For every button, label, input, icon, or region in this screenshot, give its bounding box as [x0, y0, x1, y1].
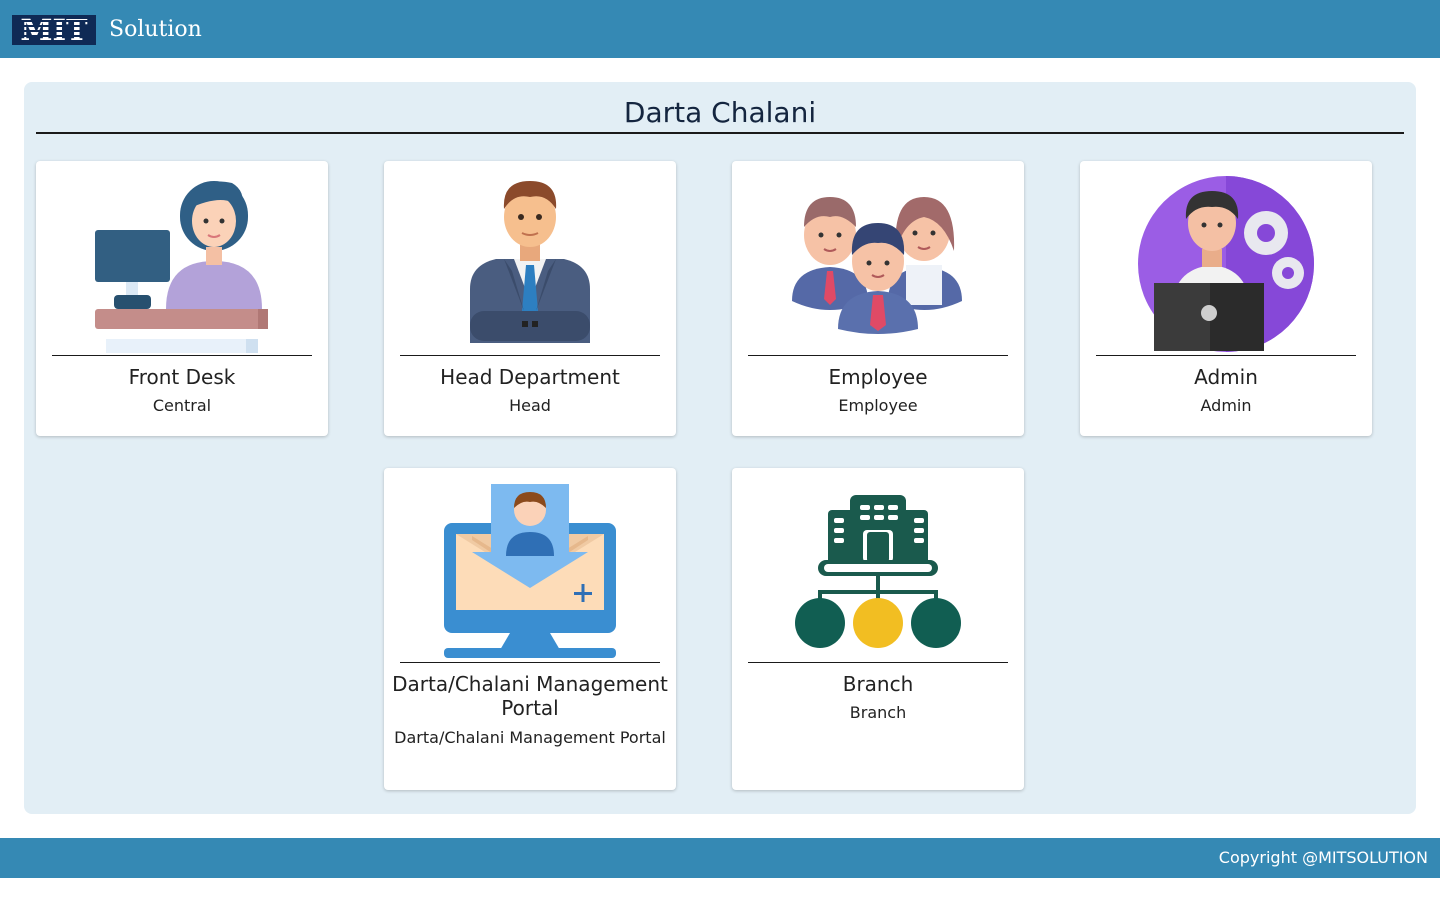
card-management-portal[interactable]: Darta/Chalani Management Portal Darta/Ch… — [384, 468, 676, 790]
card-subtitle: Head — [509, 396, 551, 415]
card-title: Admin — [1194, 365, 1258, 389]
card-branch[interactable]: Branch Branch — [732, 468, 1024, 790]
main-panel: Darta Chalani Front Desk Central Head De… — [24, 82, 1416, 814]
card-title: Darta/Chalani Management Portal — [392, 672, 668, 720]
card-title: Front Desk — [128, 365, 236, 389]
card-divider — [748, 662, 1008, 663]
admin-gear-icon — [1080, 161, 1372, 355]
monitor-mail-icon — [384, 468, 676, 662]
card-subtitle: Central — [152, 396, 212, 415]
card-divider — [748, 355, 1008, 356]
branch-hierarchy-icon — [732, 468, 1024, 662]
copyright-text: Copyright @MITSOLUTION — [1218, 848, 1428, 867]
card-title: Branch — [842, 672, 914, 696]
card-divider — [400, 355, 660, 356]
top-navbar: MIT Solution — [0, 0, 1440, 58]
card-employee[interactable]: Employee Employee — [732, 161, 1024, 436]
mit-logo-icon[interactable]: MIT — [12, 13, 96, 47]
card-subtitle: Employee — [838, 396, 918, 415]
card-subtitle: Darta/Chalani Management Portal — [394, 728, 666, 747]
footer: Copyright @MITSOLUTION — [0, 838, 1440, 878]
card-admin[interactable]: Admin Admin — [1080, 161, 1372, 436]
logo-text: Solution — [109, 17, 202, 42]
card-divider — [1096, 355, 1356, 356]
card-divider — [52, 355, 312, 356]
card-divider — [400, 662, 660, 663]
employees-group-icon — [732, 161, 1024, 355]
card-title: Employee — [828, 365, 928, 389]
card-subtitle: Branch — [849, 703, 907, 722]
businessman-icon — [384, 161, 676, 355]
front-desk-icon — [36, 161, 328, 355]
card-front-desk[interactable]: Front Desk Central — [36, 161, 328, 436]
card-subtitle: Admin — [1200, 396, 1252, 415]
card-title: Head Department — [440, 365, 620, 389]
page-title: Darta Chalani — [36, 94, 1404, 134]
card-head-department[interactable]: Head Department Head — [384, 161, 676, 436]
